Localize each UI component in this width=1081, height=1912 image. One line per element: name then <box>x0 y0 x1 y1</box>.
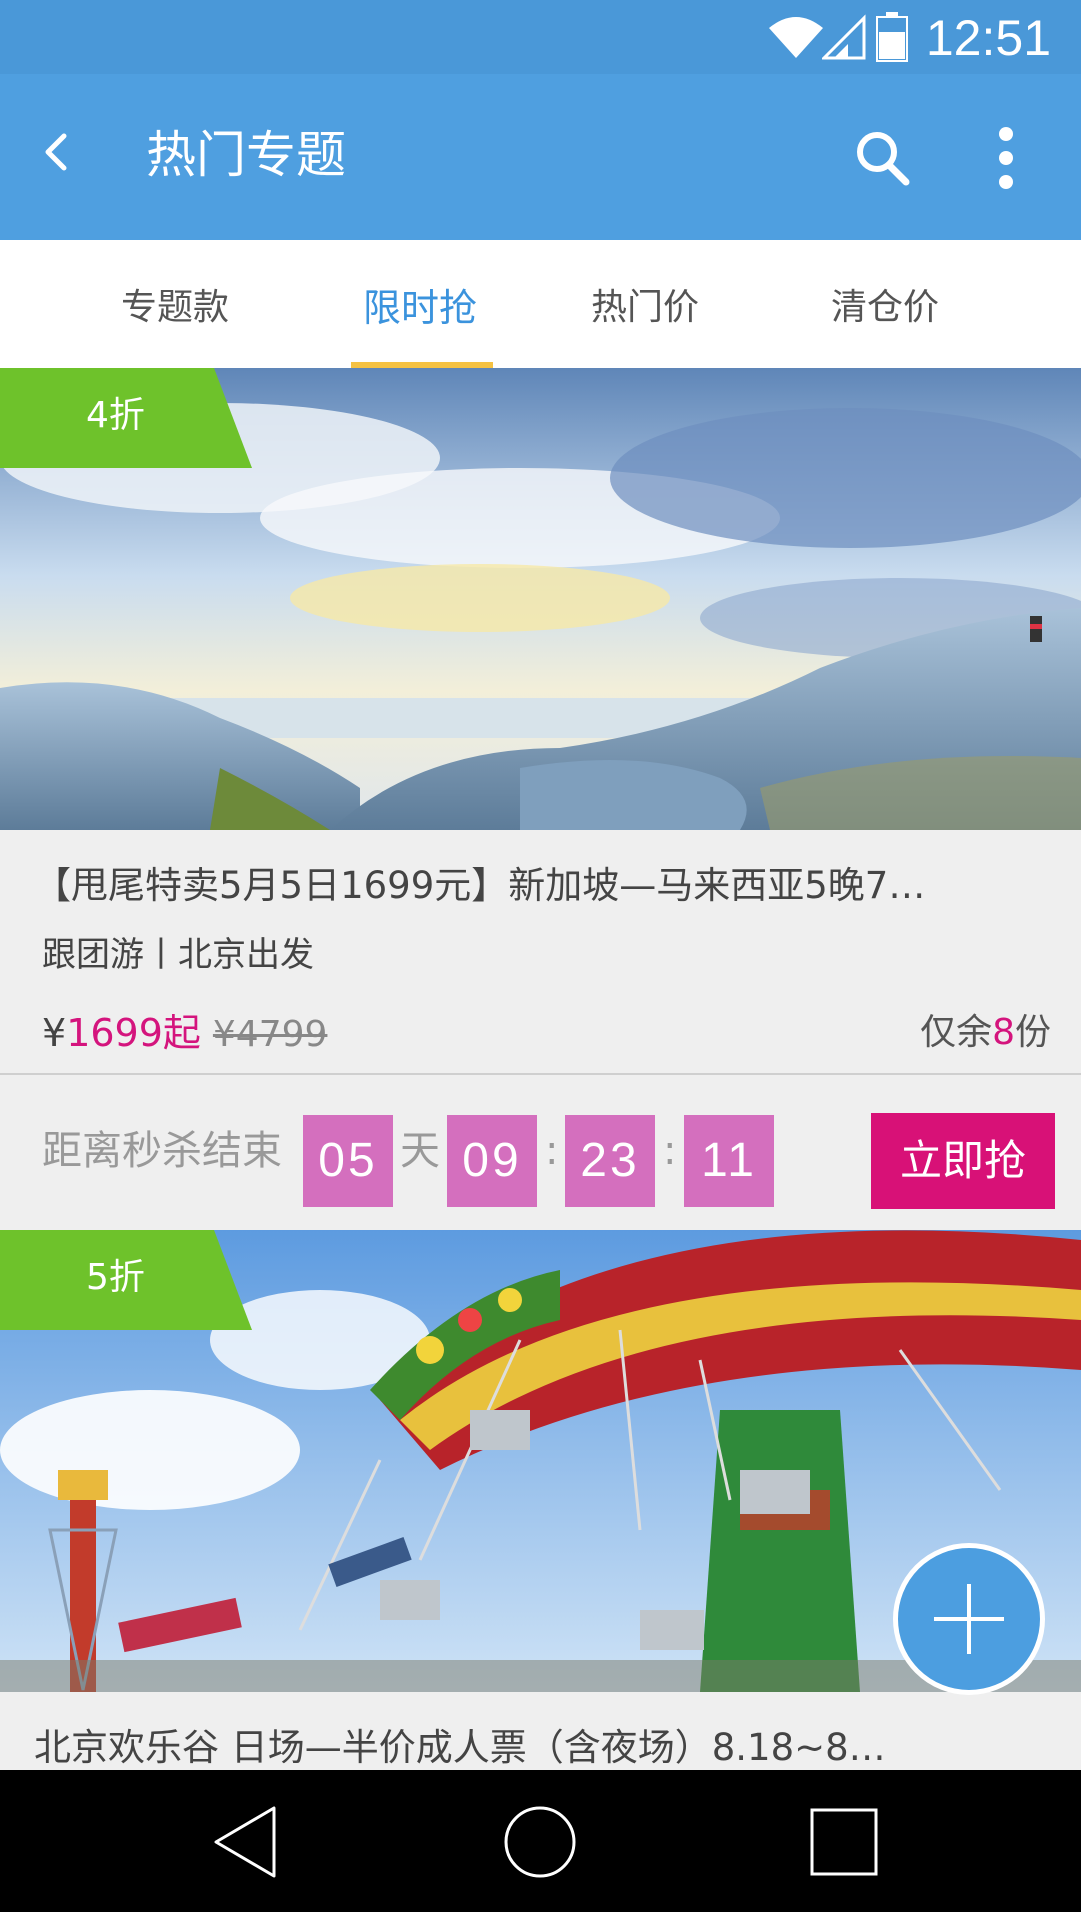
countdown-day-unit: 天 <box>400 1128 440 1174</box>
nav-home-icon[interactable] <box>502 1804 578 1880</box>
product-image[interactable]: 4折 <box>0 368 1081 830</box>
countdown-hours: 09 <box>447 1115 537 1207</box>
price-row: ¥1699起 ¥4799 <box>42 1005 327 1063</box>
countdown-separator: : <box>545 1128 559 1174</box>
stock-suffix: 份 <box>1014 1012 1051 1053</box>
signal-icon <box>822 14 866 60</box>
buy-now-button[interactable]: 立即抢 <box>871 1113 1055 1209</box>
tab-bar: 专题款 限时抢 热门价 清仓价 <box>0 240 1081 368</box>
tab-hot-price[interactable]: 热门价 <box>565 240 725 368</box>
tab-topic[interactable]: 专题款 <box>90 240 260 368</box>
status-time: 12:51 <box>925 10 1051 66</box>
nav-back-icon[interactable] <box>210 1804 286 1880</box>
product-subtitle: 跟团游丨北京出发 <box>42 935 314 975</box>
discount-label: 5折 <box>86 1257 145 1298</box>
toolbar: 热门专题 <box>0 74 1081 240</box>
stock-remaining: 仅余8份 <box>920 1005 1051 1061</box>
stock-prefix: 仅余 <box>920 1012 993 1053</box>
discount-badge: 5折 <box>0 1230 252 1330</box>
wifi-icon <box>769 17 823 58</box>
more-vert-icon[interactable] <box>986 124 1026 192</box>
app-root: 12:51 热门专题 专题款 限时抢 热门价 清仓价 4折 【甩尾特卖5月5日1… <box>0 0 1081 1912</box>
plus-icon <box>934 1584 1004 1654</box>
countdown-days: 05 <box>303 1115 393 1207</box>
countdown-seconds: 11 <box>684 1115 774 1207</box>
discount-badge: 4折 <box>0 368 252 468</box>
stock-count: 8 <box>992 1012 1015 1053</box>
product-title[interactable]: 北京欢乐谷 日场—半价成人票（含夜场）8.18~8… <box>34 1720 1044 1776</box>
countdown-minutes: 23 <box>565 1115 655 1207</box>
product-card[interactable]: 5折 北京欢乐谷 日场—半价成人票（含夜场）8.18~8… <box>0 1230 1081 1770</box>
back-icon[interactable] <box>34 120 90 184</box>
discount-label: 4折 <box>86 395 145 436</box>
page-title: 热门专题 <box>146 126 346 184</box>
status-bar: 12:51 <box>0 0 1081 74</box>
tab-clearance[interactable]: 清仓价 <box>800 240 970 368</box>
countdown-bar: 距离秒杀结束 05 天 09 : 23 : 11 立即抢 <box>0 1075 1081 1228</box>
current-price: 1699起 <box>66 1011 201 1055</box>
battery-icon <box>876 12 908 62</box>
currency-symbol: ¥ <box>42 1011 67 1055</box>
system-nav-bar <box>0 1770 1081 1912</box>
countdown-label: 距离秒杀结束 <box>42 1128 282 1174</box>
add-fab-button[interactable] <box>893 1543 1045 1695</box>
original-price: ¥4799 <box>212 1014 328 1055</box>
product-title[interactable]: 【甩尾特卖5月5日1699元】新加坡—马来西亚5晚7… <box>34 858 1044 914</box>
tab-flash-sale[interactable]: 限时抢 <box>350 240 490 368</box>
search-icon[interactable] <box>852 126 914 190</box>
countdown-separator: : <box>663 1128 677 1174</box>
nav-recent-icon[interactable] <box>808 1806 880 1878</box>
product-card[interactable]: 4折 【甩尾特卖5月5日1699元】新加坡—马来西亚5晚7… 跟团游丨北京出发 … <box>0 368 1081 1228</box>
